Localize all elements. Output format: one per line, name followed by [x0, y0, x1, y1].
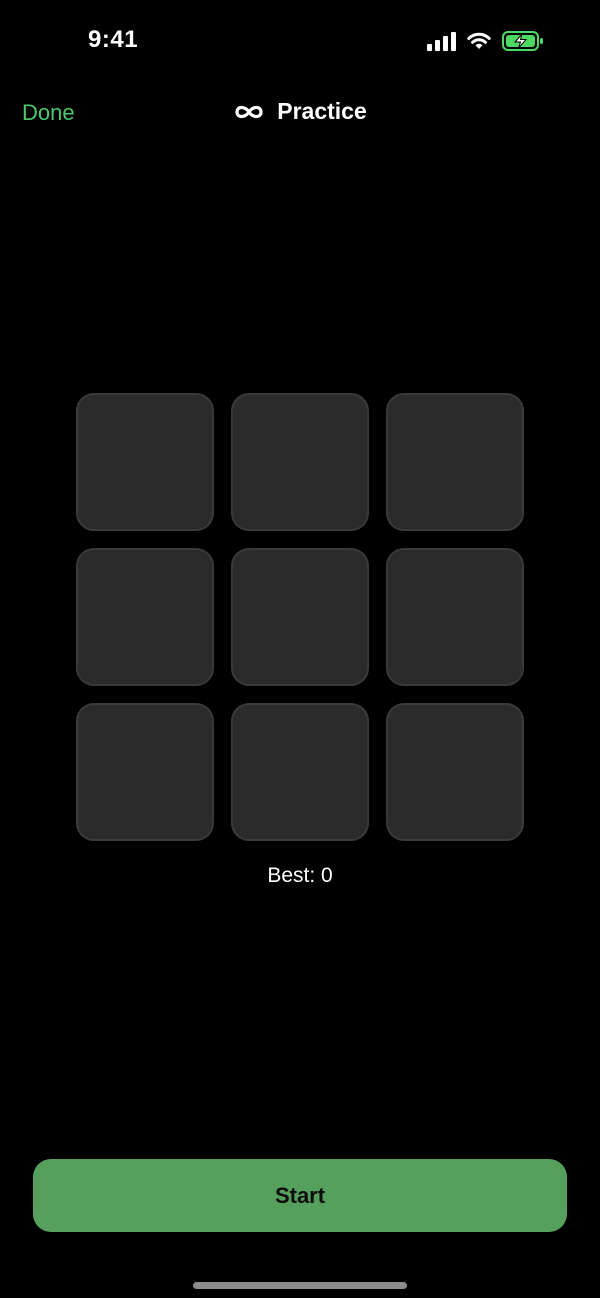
grid-tile[interactable] — [76, 393, 214, 531]
status-time: 9:41 — [88, 26, 139, 53]
battery-charging-icon — [502, 30, 544, 52]
start-button[interactable]: Start — [33, 1159, 567, 1232]
grid-tile[interactable] — [231, 703, 369, 841]
grid-tile[interactable] — [231, 548, 369, 686]
infinity-icon — [233, 103, 265, 121]
page-title: Practice — [277, 98, 367, 124]
tile-grid — [76, 393, 525, 842]
home-indicator[interactable] — [193, 1282, 407, 1289]
nav-title-group: Practice — [0, 98, 600, 125]
grid-tile[interactable] — [76, 548, 214, 686]
grid-tile[interactable] — [386, 703, 524, 841]
grid-tile[interactable] — [386, 393, 524, 531]
wifi-icon — [466, 31, 492, 51]
status-bar: 9:41 — [0, 0, 600, 84]
signal-icon — [427, 31, 456, 51]
grid-tile[interactable] — [386, 548, 524, 686]
best-score-label: Best: 0 — [267, 864, 333, 887]
nav-bar: Done Practice — [0, 86, 600, 140]
grid-tile[interactable] — [76, 703, 214, 841]
grid-tile[interactable] — [231, 393, 369, 531]
status-icons — [427, 30, 544, 52]
